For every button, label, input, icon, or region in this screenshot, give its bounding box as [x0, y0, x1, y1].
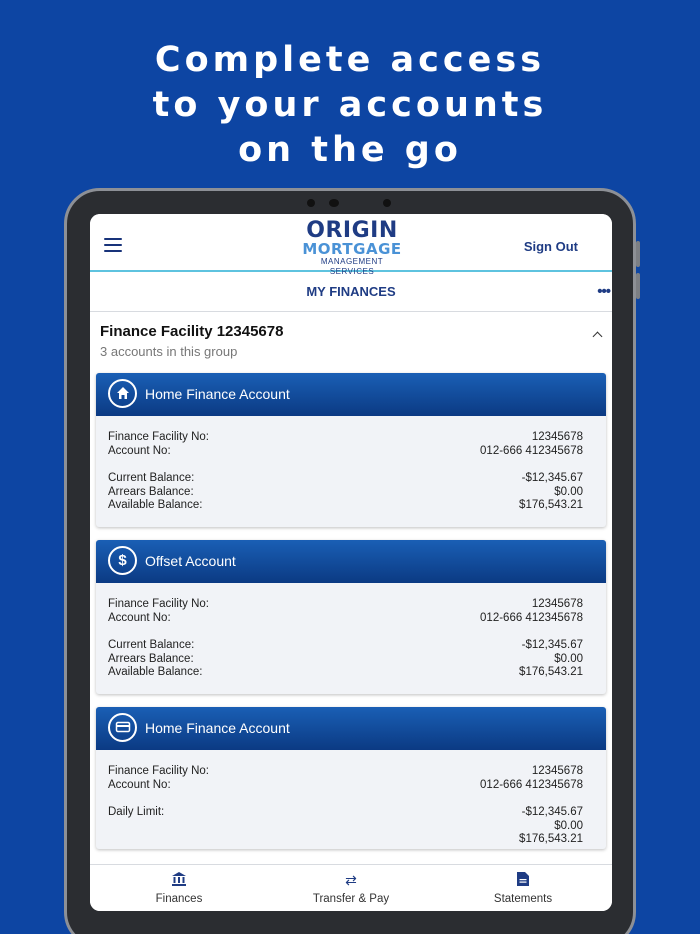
tab-statements[interactable]: Statements — [463, 871, 583, 905]
account-card-home-finance[interactable]: Home Finance Account Finance Facility No… — [96, 373, 606, 527]
home-icon — [108, 379, 137, 408]
limit-value-3: $176,543.21 — [519, 833, 583, 845]
camera-dot — [307, 199, 315, 207]
account-label: Account No: — [108, 611, 171, 624]
facility-value: 12345678 — [531, 765, 583, 777]
bottom-tab-bar: Finances ⇄ Transfer & Pay Statements — [90, 864, 612, 911]
arrears-balance-label: Arrears Balance: — [108, 652, 194, 665]
logo-line-2: MORTGAGE — [302, 240, 402, 258]
tab-label: Statements — [493, 893, 553, 905]
arrears-balance-label: Arrears Balance: — [108, 485, 194, 498]
facility-label: Finance Facility No: — [108, 765, 209, 777]
card-title: Home Finance Account — [145, 386, 290, 402]
document-icon — [463, 871, 583, 889]
hamburger-menu-icon[interactable] — [104, 238, 122, 252]
tab-label: Transfer & Pay — [312, 893, 390, 905]
more-options-icon[interactable]: ••• — [597, 283, 611, 300]
headline-line-3: on the go — [238, 130, 462, 170]
transfer-icon: ⇄ — [345, 872, 357, 888]
available-balance-label: Available Balance: — [108, 666, 203, 678]
available-balance-value: $176,543.21 — [519, 666, 583, 678]
account-value: 012-666 412345678 — [480, 778, 583, 791]
facility-label: Finance Facility No: — [108, 431, 209, 443]
volume-down-button — [636, 273, 640, 299]
app-header: ORIGIN MORTGAGE MANAGEMENT SERVICES Sign… — [90, 214, 612, 276]
tablet-frame: ORIGIN MORTGAGE MANAGEMENT SERVICES Sign… — [64, 188, 640, 934]
arrears-balance-value: $0.00 — [554, 652, 583, 665]
facility-group-header[interactable]: Finance Facility 12345678 3 accounts in … — [90, 312, 612, 372]
available-balance-label: Available Balance: — [108, 499, 203, 511]
card-header: Home Finance Account — [96, 373, 606, 416]
group-subtitle: 3 accounts in this group — [100, 344, 238, 359]
bank-icon — [119, 871, 239, 889]
daily-limit-label: Daily Limit: — [108, 806, 165, 818]
tab-finances[interactable]: Finances — [119, 871, 239, 905]
camera-lens — [329, 199, 339, 207]
card-header: $ Offset Account — [96, 540, 606, 583]
card-title: Offset Account — [145, 553, 236, 569]
origin-logo: ORIGIN MORTGAGE MANAGEMENT SERVICES — [300, 220, 404, 277]
page-header: MY FINANCES ••• — [90, 272, 612, 312]
tab-label: Finances — [155, 893, 203, 905]
card-header: Home Finance Account — [96, 707, 606, 750]
current-balance-label: Current Balance: — [108, 472, 195, 484]
card-title: Home Finance Account — [145, 720, 290, 736]
volume-up-button — [636, 241, 640, 267]
account-value: 012-666 412345678 — [480, 444, 583, 457]
headline: Complete access to your accounts on the … — [0, 38, 700, 173]
page-title: MY FINANCES — [306, 284, 396, 299]
facility-value: 12345678 — [531, 431, 583, 443]
current-balance-value: -$12,345.67 — [521, 639, 583, 651]
app-screen: ORIGIN MORTGAGE MANAGEMENT SERVICES Sign… — [90, 214, 612, 911]
credit-card-icon — [108, 713, 137, 742]
account-label: Account No: — [108, 444, 171, 457]
tab-transfer-pay[interactable]: ⇄ Transfer & Pay — [291, 871, 411, 905]
arrears-balance-value: $0.00 — [554, 485, 583, 498]
account-value: 012-666 412345678 — [480, 611, 583, 624]
group-title: Finance Facility 12345678 — [100, 323, 284, 340]
dollar-icon: $ — [108, 546, 137, 575]
account-card-home-finance-card[interactable]: Home Finance Account Finance Facility No… — [96, 707, 606, 849]
logo-line-1: ORIGIN — [306, 218, 398, 243]
limit-value-1: -$12,345.67 — [521, 806, 583, 818]
facility-value: 12345678 — [531, 598, 583, 610]
headline-line-1: Complete access — [154, 40, 546, 80]
available-balance-value: $176,543.21 — [519, 499, 583, 511]
current-balance-label: Current Balance: — [108, 639, 195, 651]
facility-label: Finance Facility No: — [108, 598, 209, 610]
current-balance-value: -$12,345.67 — [521, 472, 583, 484]
headline-line-2: to your accounts — [152, 85, 548, 125]
account-label: Account No: — [108, 778, 171, 791]
account-card-offset[interactable]: $ Offset Account Finance Facility No: 123… — [96, 540, 606, 694]
limit-value-2: $0.00 — [554, 819, 583, 832]
sensor-dot — [383, 199, 391, 207]
sign-out-button[interactable]: Sign Out — [524, 239, 578, 254]
